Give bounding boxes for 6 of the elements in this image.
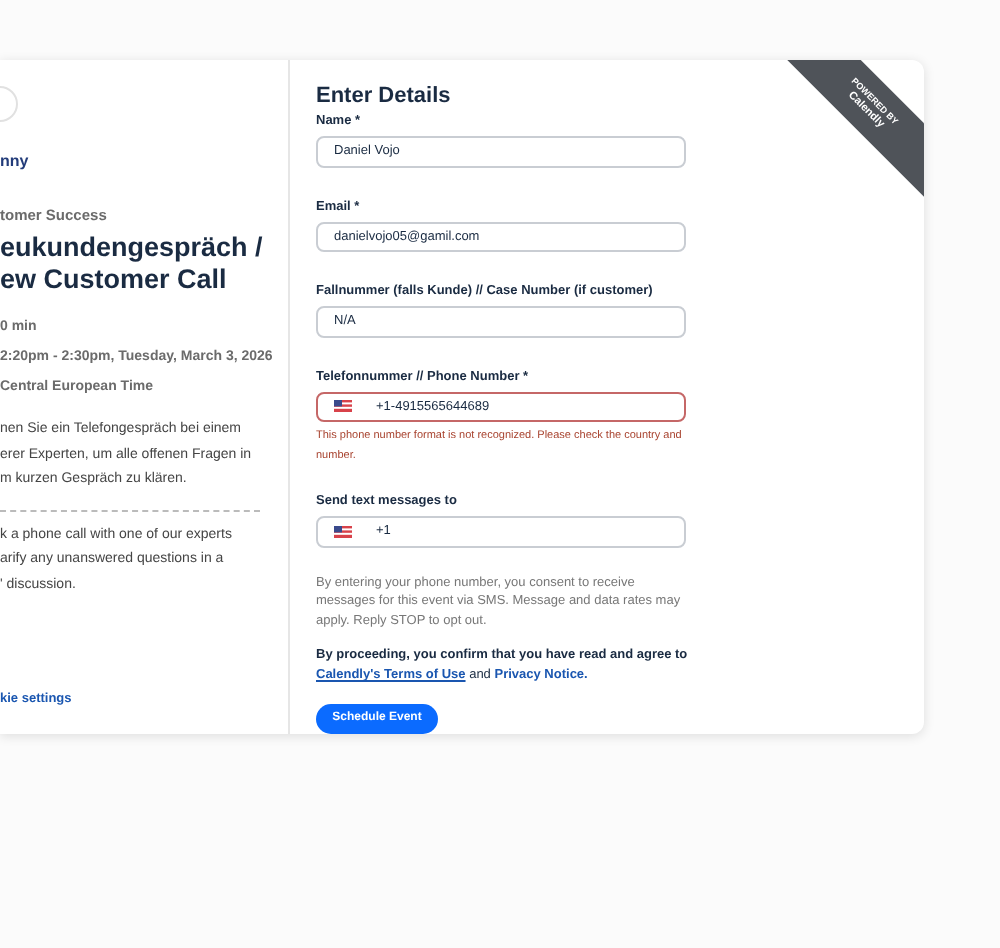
- event-title: eukundengespräch /: [0, 232, 265, 264]
- event-title: ew Customer Call: [0, 264, 229, 296]
- flag-icon: [334, 400, 352, 413]
- logo: nny: [0, 152, 31, 174]
- form-title: Enter Details: [316, 84, 451, 108]
- flag-icon: [334, 525, 352, 538]
